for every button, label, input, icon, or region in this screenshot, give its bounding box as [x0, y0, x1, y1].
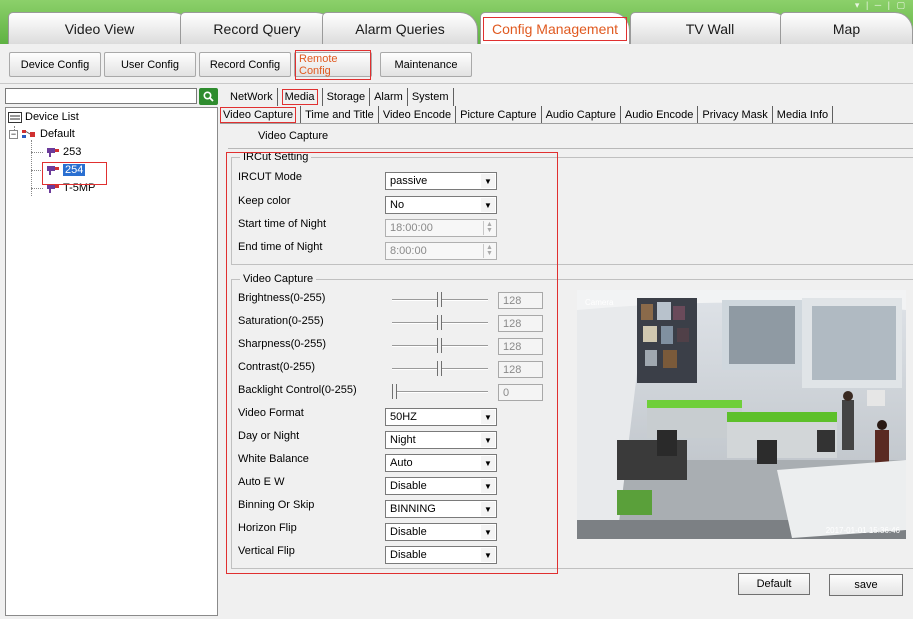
config-tabs: NetWork Media Storage Alarm System: [226, 88, 454, 106]
device-config-button[interactable]: Device Config: [9, 52, 101, 77]
tab-config-management[interactable]: Config Management: [480, 12, 630, 44]
collapse-icon[interactable]: −: [9, 129, 18, 139]
device-list-icon: [8, 111, 22, 123]
tab-label: Video Capture: [220, 107, 297, 123]
sub-toolbar: Device Config User Config Record Config …: [0, 44, 913, 84]
device-tree-panel: Device List − Default 253 254 T-5MP: [5, 88, 218, 616]
tab-audio-capture[interactable]: Audio Capture: [542, 106, 621, 124]
tab-network[interactable]: NetWork: [226, 88, 278, 106]
tree-item-253[interactable]: 253: [46, 144, 81, 160]
button-label: Maintenance: [394, 58, 458, 71]
tree-root[interactable]: Device List: [8, 109, 79, 125]
save-button[interactable]: save: [829, 574, 903, 596]
tab-label: System: [411, 91, 449, 103]
selection-annotation: [42, 162, 107, 185]
tab-system[interactable]: System: [408, 88, 454, 106]
tab-label: Privacy Mask: [702, 109, 768, 121]
tab-label: Video View: [64, 20, 135, 37]
media-tabs: Video Capture Time and Title Video Encod…: [216, 106, 834, 124]
tree-group-label: Default: [40, 128, 75, 140]
tab-label: Map: [832, 20, 861, 37]
tab-alarm[interactable]: Alarm: [370, 88, 408, 106]
tree-group-default[interactable]: − Default: [9, 126, 75, 142]
tab-video-encode[interactable]: Video Encode: [379, 106, 457, 124]
tab-video-capture[interactable]: Video Capture: [216, 106, 302, 124]
user-config-button[interactable]: User Config: [104, 52, 196, 77]
tab-label: NetWork: [230, 91, 273, 103]
search-icon: [203, 91, 214, 102]
tab-label: Storage: [326, 91, 366, 103]
camera-icon: [47, 148, 59, 157]
tab-label: Time and Title: [305, 109, 374, 121]
search-button[interactable]: [199, 88, 218, 105]
tab-label: Alarm Queries: [355, 20, 445, 37]
tab-label: Video Encode: [382, 109, 452, 121]
default-button[interactable]: Default: [738, 573, 810, 595]
button-label: Record Config: [209, 58, 281, 71]
content-heading: Video Capture: [258, 130, 329, 142]
settings-annotation: [226, 152, 558, 574]
tree-item-label: 253: [63, 146, 82, 158]
tab-label: Config Management: [482, 16, 628, 41]
tab-privacy-mask[interactable]: Privacy Mask: [698, 106, 773, 124]
tab-label: Alarm: [374, 91, 403, 103]
button-label: Device Config: [20, 58, 90, 71]
device-tree[interactable]: Device List − Default 253 254 T-5MP: [5, 107, 218, 616]
tab-map[interactable]: Map: [780, 12, 913, 44]
tab-label: Picture Capture: [460, 109, 537, 121]
tab-audio-encode[interactable]: Audio Encode: [621, 106, 699, 124]
video-preview[interactable]: Camera 2017-01-01 15:36:46: [577, 290, 906, 539]
button-label: User Config: [120, 58, 180, 71]
button-label: Remote Config: [295, 49, 371, 80]
office-scene-image: [577, 290, 906, 539]
tab-media-info[interactable]: Media Info: [773, 106, 834, 124]
tab-time-and-title[interactable]: Time and Title: [301, 106, 379, 124]
tab-label: Audio Encode: [624, 109, 694, 121]
tab-tv-wall[interactable]: TV Wall: [630, 12, 790, 44]
tab-label: Record Query: [213, 20, 301, 37]
main-tab-bar: ▾ | ─ | ▢ Video View Record Query Alarm …: [0, 0, 913, 44]
tab-label: Media: [281, 89, 318, 105]
tab-label: Media Info: [776, 109, 829, 121]
remote-config-button[interactable]: Remote Config: [294, 49, 372, 80]
tab-alarm-queries[interactable]: Alarm Queries: [322, 12, 478, 44]
search-input[interactable]: [5, 88, 197, 104]
tree-root-label: Device List: [25, 111, 79, 123]
video-osd-time: 2017-01-01 15:36:46: [825, 526, 900, 535]
tab-label: Audio Capture: [545, 109, 616, 121]
record-config-button[interactable]: Record Config: [199, 52, 291, 77]
video-osd-title: Camera: [585, 298, 614, 307]
tab-storage[interactable]: Storage: [323, 88, 371, 106]
window-controls[interactable]: ▾ | ─ | ▢: [855, 0, 907, 10]
tab-media[interactable]: Media: [278, 88, 323, 106]
maintenance-button[interactable]: Maintenance: [380, 52, 472, 77]
tab-label: TV Wall: [685, 20, 735, 37]
tab-video-view[interactable]: Video View: [8, 12, 191, 44]
group-icon: [22, 130, 35, 138]
divider: [228, 148, 913, 149]
tab-record-query[interactable]: Record Query: [180, 12, 334, 44]
tab-picture-capture[interactable]: Picture Capture: [456, 106, 542, 124]
